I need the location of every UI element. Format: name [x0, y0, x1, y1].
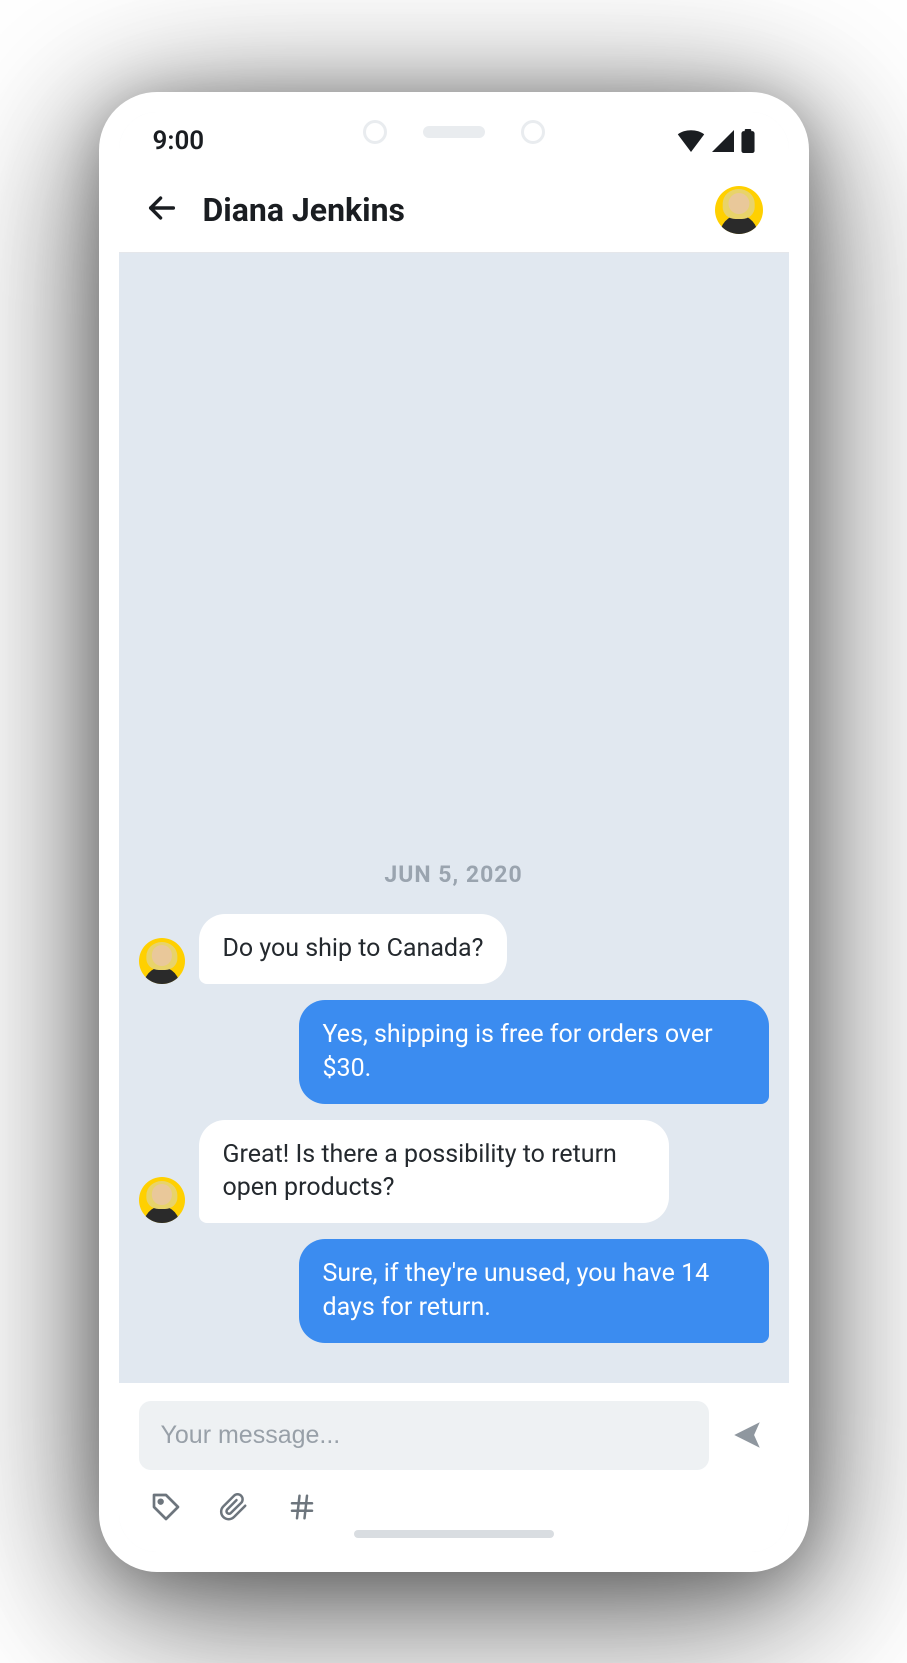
hashtag-button[interactable]	[285, 1490, 319, 1524]
wifi-icon	[677, 130, 705, 152]
arrow-left-icon	[145, 191, 179, 225]
message-avatar[interactable]	[139, 1177, 185, 1223]
attachment-button[interactable]	[217, 1490, 251, 1524]
tag-icon	[150, 1491, 182, 1523]
notch-speaker	[423, 126, 485, 138]
message-bubble-outgoing[interactable]: Yes, shipping is free for orders over $3…	[299, 1000, 769, 1104]
hash-icon	[287, 1492, 317, 1522]
message-bubble-incoming[interactable]: Great! Is there a possibility to return …	[199, 1120, 669, 1224]
device-notch	[319, 109, 589, 155]
tag-button[interactable]	[149, 1490, 183, 1524]
message-bubble-outgoing[interactable]: Sure, if they're unused, you have 14 day…	[299, 1239, 769, 1343]
message-avatar[interactable]	[139, 938, 185, 984]
phone-frame: 9:00 Diana Jenkins JUN 5, 2020 Do you sh…	[99, 92, 809, 1572]
home-indicator[interactable]	[354, 1530, 554, 1538]
message-row: Sure, if they're unused, you have 14 day…	[139, 1239, 769, 1343]
chat-spacer	[139, 253, 769, 842]
send-icon	[730, 1418, 764, 1452]
back-button[interactable]	[145, 191, 179, 229]
chat-title: Diana Jenkins	[203, 191, 691, 229]
battery-icon	[741, 129, 755, 153]
message-row: Great! Is there a possibility to return …	[139, 1120, 769, 1224]
phone-screen: 9:00 Diana Jenkins JUN 5, 2020 Do you sh…	[99, 92, 809, 1572]
chat-header: Diana Jenkins	[119, 170, 789, 253]
notch-camera-right	[521, 120, 545, 144]
message-row: Do you ship to Canada?	[139, 914, 769, 984]
send-button[interactable]	[725, 1413, 769, 1457]
message-row: Yes, shipping is free for orders over $3…	[139, 1000, 769, 1104]
notch-camera-left	[363, 120, 387, 144]
message-input[interactable]	[139, 1401, 709, 1470]
message-bubble-incoming[interactable]: Do you ship to Canada?	[199, 914, 508, 984]
paperclip-icon	[219, 1491, 249, 1523]
status-icons	[677, 129, 755, 153]
date-separator: JUN 5, 2020	[139, 861, 769, 888]
header-avatar[interactable]	[715, 186, 763, 234]
status-time: 9:00	[153, 126, 205, 156]
chat-scroll-area[interactable]: JUN 5, 2020 Do you ship to Canada? Yes, …	[119, 253, 789, 1383]
composer-toolbar	[139, 1470, 769, 1524]
cellular-icon	[711, 130, 735, 152]
message-composer	[119, 1383, 789, 1552]
